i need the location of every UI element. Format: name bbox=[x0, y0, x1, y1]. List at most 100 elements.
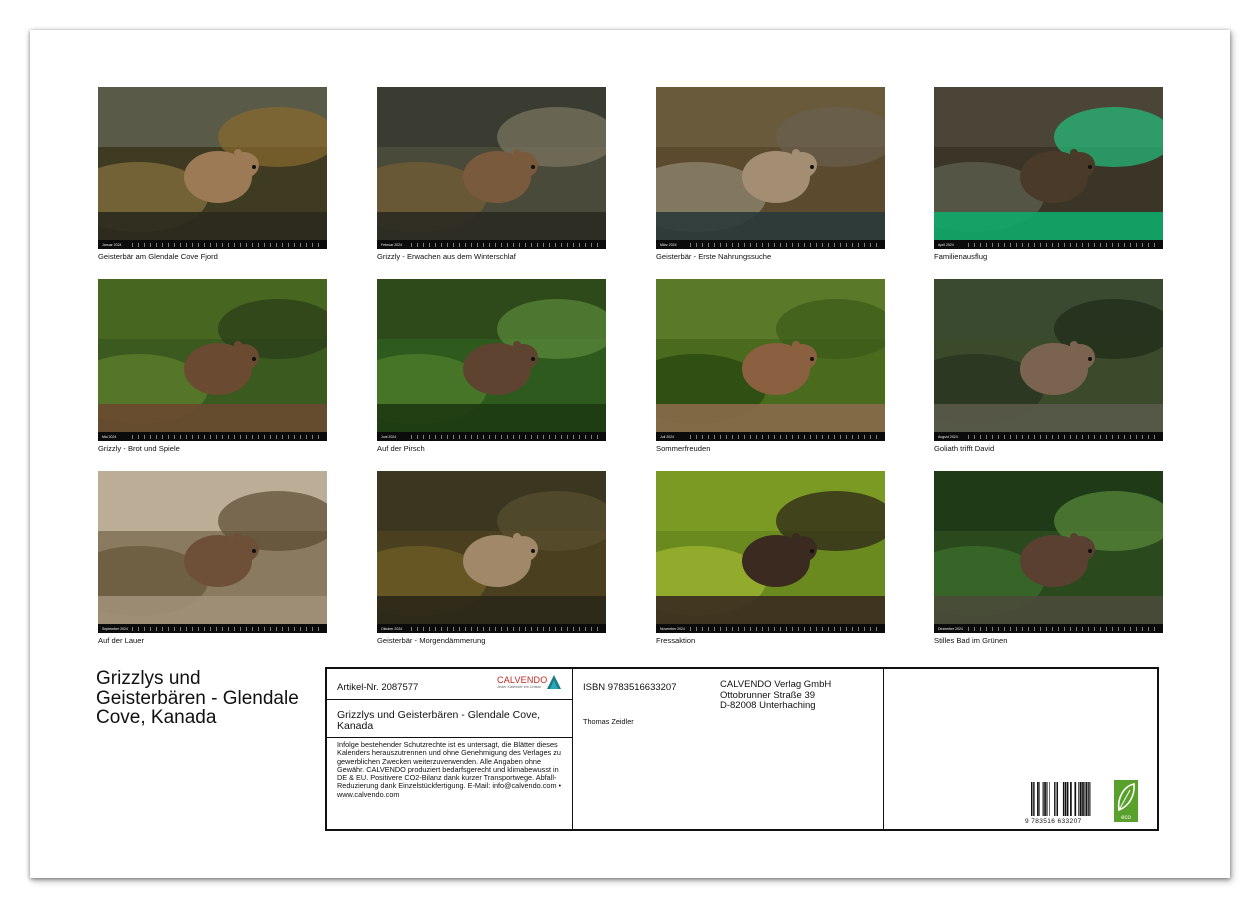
calendar-strip: August 2024 bbox=[934, 432, 1163, 441]
calendar-strip-month: März 2024 bbox=[660, 242, 677, 247]
bear-photo-image bbox=[377, 87, 606, 249]
calendar-strip-days bbox=[132, 434, 323, 439]
calendar-strip: September 2024 bbox=[98, 624, 327, 633]
month-photo: Juli 2024 bbox=[656, 279, 885, 441]
month-caption: Geisterbär am Glendale Cove Fjord bbox=[98, 252, 218, 261]
bear-photo-image bbox=[98, 471, 327, 633]
barcode-bar bbox=[1064, 782, 1067, 816]
barcode-bar bbox=[1084, 782, 1085, 816]
barcode-bar bbox=[1034, 782, 1035, 816]
barcode-bar bbox=[1039, 782, 1040, 816]
month-page: Juli 2024 Sommerfreuden bbox=[656, 279, 885, 454]
month-caption: Auf der Lauer bbox=[98, 636, 145, 645]
month-caption: Auf der Pirsch bbox=[377, 444, 425, 453]
calvendo-logo: CALVENDO Jeder Kalender ein Unikat bbox=[495, 674, 565, 694]
month-caption: Goliath trifft David bbox=[934, 444, 995, 453]
calendar-strip: März 2024 bbox=[656, 240, 885, 249]
month-page: Januar 2024 Geisterbär am Glendale Cove F… bbox=[98, 87, 327, 262]
bear-photo-image bbox=[934, 279, 1163, 441]
barcode-bar bbox=[1085, 782, 1088, 816]
month-page: Juni 2024 Auf der Pirsch bbox=[377, 279, 606, 454]
barcode-bar bbox=[1078, 782, 1080, 816]
barcode-number: 9 783516 633207 bbox=[1025, 818, 1082, 825]
calendar-strip-month: Februar 2024 bbox=[381, 242, 403, 247]
month-photo: Dezember 2024 bbox=[934, 471, 1163, 633]
calendar-strip: Juli 2024 bbox=[656, 432, 885, 441]
barcode-bar bbox=[1066, 782, 1069, 816]
barcode-bar bbox=[1046, 782, 1048, 816]
calendar-strip: Juni 2024 bbox=[377, 432, 606, 441]
barcode-bar bbox=[1044, 782, 1046, 816]
barcode-bar bbox=[1079, 782, 1082, 816]
month-page: September 2024 Auf der Lauer bbox=[98, 471, 327, 646]
calendar-strip-month: Mai 2024 bbox=[102, 434, 117, 439]
month-photo: April 2024 bbox=[934, 87, 1163, 249]
author: Thomas Zeidler bbox=[583, 717, 634, 726]
calendar-strip-days bbox=[411, 626, 602, 631]
calendar-strip-month: November 2024 bbox=[660, 626, 685, 631]
barcode-bar bbox=[1087, 782, 1089, 816]
calendar-strip-days bbox=[132, 242, 323, 247]
calendar-strip-days bbox=[968, 626, 1159, 631]
month-caption: Stilles Bad im Grünen bbox=[934, 636, 1008, 645]
calendar-strip: November 2024 bbox=[656, 624, 885, 633]
month-photo: Februar 2024 bbox=[377, 87, 606, 249]
barcode-bar bbox=[1082, 782, 1084, 816]
month-photo: November 2024 bbox=[656, 471, 885, 633]
leaf-icon bbox=[1117, 783, 1135, 812]
calendar-strip-days bbox=[132, 626, 323, 631]
bear-photo-image bbox=[377, 279, 606, 441]
calendar-strip-days bbox=[411, 434, 602, 439]
barcode-icon bbox=[1031, 782, 1091, 816]
barcode-bar bbox=[1056, 782, 1058, 816]
calvendo-logo-text: CALVENDO bbox=[497, 675, 548, 685]
calendar-strip: Oktober 2024 bbox=[377, 624, 606, 633]
month-caption: Geisterbär - Morgendämmerung bbox=[377, 636, 486, 645]
eco-label: eco bbox=[1121, 815, 1131, 821]
month-page: März 2024 Geisterbär - Erste Nahrungssuch… bbox=[656, 87, 885, 262]
bear-photo-image bbox=[934, 87, 1163, 249]
article-number: Artikel-Nr. 2087577 bbox=[337, 682, 419, 693]
barcode-bar bbox=[1049, 782, 1050, 816]
barcode-bar bbox=[1042, 782, 1044, 816]
calendar-strip-month: Dezember 2024 bbox=[938, 626, 963, 631]
calendar-strip: Mai 2024 bbox=[98, 432, 327, 441]
book-title: Grizzlys und Geisterbären - Glendale Cov… bbox=[337, 709, 541, 732]
info-column-middle: ISBN 9783516633207 Thomas Zeidler CALVEN… bbox=[573, 669, 884, 829]
month-page: Oktober 2024 Geisterbär - Morgendämmerung bbox=[377, 471, 606, 646]
month-caption: Sommerfreuden bbox=[656, 444, 711, 453]
publisher-city: D-82008 Unterhaching bbox=[720, 700, 816, 711]
bear-photo-image bbox=[377, 471, 606, 633]
month-page: April 2024 Familienausflug bbox=[934, 87, 1163, 262]
book-title-row: Grizzlys und Geisterbären - Glendale Cov… bbox=[327, 699, 572, 738]
month-caption: Grizzly - Brot und Spiele bbox=[98, 444, 180, 453]
calendar-strip-days bbox=[968, 434, 1159, 439]
month-photo: September 2024 bbox=[98, 471, 327, 633]
calendar-strip-month: Januar 2024 bbox=[102, 242, 122, 247]
info-column-left: Artikel-Nr. 2087577 CALVENDO Jeder Kalen… bbox=[327, 669, 573, 829]
month-page: November 2024 Fressaktion bbox=[656, 471, 885, 646]
month-caption: Fressaktion bbox=[656, 636, 696, 645]
calendar-strip-days bbox=[690, 242, 881, 247]
legal-notice: Infolge bestehender Schutzrechte ist es … bbox=[337, 740, 562, 799]
barcode-bar bbox=[1074, 782, 1077, 816]
barcode-bar bbox=[1031, 782, 1033, 816]
barcode-bar bbox=[1037, 782, 1039, 816]
barcode-bar bbox=[1070, 782, 1072, 816]
month-page: Februar 2024 Grizzly - Erwachen aus dem W… bbox=[377, 87, 606, 262]
month-photo: März 2024 bbox=[656, 87, 885, 249]
barcode-bar bbox=[1055, 782, 1057, 816]
month-page: Mai 2024 Grizzly - Brot und Spiele bbox=[98, 279, 327, 454]
isbn: ISBN 9783516633207 bbox=[583, 682, 677, 693]
barcode-bar bbox=[1062, 782, 1065, 816]
month-caption: Geisterbär - Erste Nahrungssuche bbox=[656, 252, 772, 261]
barcode-bar bbox=[1054, 782, 1056, 816]
month-caption: Familienausflug bbox=[934, 252, 988, 261]
bear-photo-image bbox=[934, 471, 1163, 633]
barcode-bar bbox=[1089, 782, 1091, 816]
calendar-strip-days bbox=[690, 434, 881, 439]
calendar-title: Grizzlys und Geisterbären - Glendale Cov… bbox=[96, 668, 299, 728]
calendar-strip-month: August 2024 bbox=[938, 434, 958, 439]
calendar-strip: Dezember 2024 bbox=[934, 624, 1163, 633]
calvendo-logo-tagline: Jeder Kalender ein Unikat bbox=[497, 685, 541, 689]
